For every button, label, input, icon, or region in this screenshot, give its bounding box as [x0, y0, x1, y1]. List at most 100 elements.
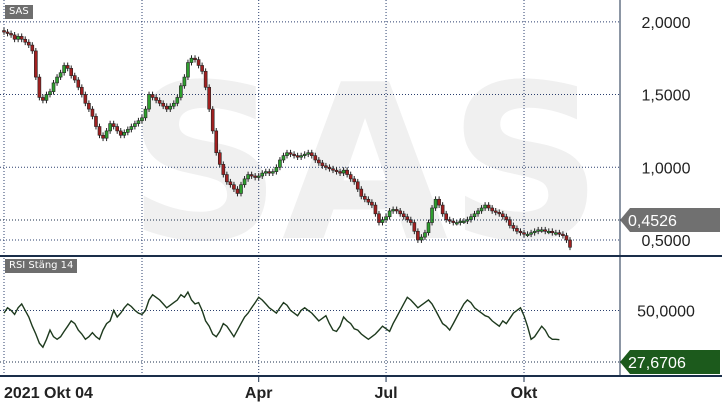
candle-body: [115, 126, 119, 132]
candle-body: [391, 209, 395, 212]
ticker-watermark: SAS: [127, 38, 603, 289]
candle-body: [394, 209, 399, 212]
candle-body: [320, 162, 325, 167]
candle-body: [37, 76, 42, 98]
candle-body: [168, 105, 173, 110]
stock-chart: SAS 2,0000 1,5000 1,0000 0,5000 50,0000 202…: [0, 0, 722, 402]
candle-body: [72, 75, 77, 81]
last-rsi-badge: 27,6706: [0, 350, 720, 374]
candle-body: [292, 153, 296, 156]
candle-body: [271, 171, 275, 174]
candle-body: [161, 102, 165, 107]
candle-body: [472, 213, 477, 218]
rsi-series-line: [3, 290, 560, 349]
candle-body: [147, 94, 151, 110]
candle-body: [136, 120, 141, 124]
candle-body: [108, 123, 112, 132]
candle-body: [554, 232, 558, 235]
price-tick-label: 2,0000: [642, 15, 691, 32]
candle-body: [97, 126, 102, 136]
candle-body: [228, 181, 233, 186]
candle-body: [331, 168, 335, 171]
candle-body: [150, 94, 155, 98]
candle-body: [16, 36, 20, 40]
candle-body: [189, 57, 194, 63]
candle-body: [476, 210, 480, 215]
candle-body: [366, 198, 371, 203]
candle-body: [242, 178, 247, 186]
candle-body: [175, 97, 180, 104]
candle-body: [217, 152, 222, 165]
candle-body: [140, 117, 144, 122]
candle-body: [235, 188, 240, 194]
candle-body: [355, 181, 360, 190]
candle-body: [352, 178, 357, 183]
candle-body: [62, 65, 66, 74]
candle-body: [214, 130, 219, 154]
x-axis: 2021 Okt 04 Apr Jul Okt: [4, 376, 538, 402]
candle-body: [373, 204, 378, 215]
candle-body: [423, 232, 427, 238]
candle-body: [172, 102, 176, 107]
x-tick-label: 2021 Okt 04: [4, 385, 93, 402]
candle-body: [44, 94, 49, 101]
candle-body: [515, 228, 519, 232]
candle-body: [200, 65, 204, 72]
candle-body: [5, 31, 10, 34]
candle-body: [479, 207, 484, 212]
price-tick-label: 0,5000: [642, 233, 691, 250]
candle-body: [65, 65, 70, 69]
candle-body: [295, 155, 300, 158]
candle-body: [157, 100, 162, 104]
candle-body: [532, 230, 537, 234]
candle-body: [462, 220, 466, 223]
candle-body: [334, 169, 339, 172]
candle-body: [370, 201, 374, 206]
candle-body: [306, 152, 311, 155]
candle-body: [263, 171, 268, 174]
candle-body: [26, 41, 31, 46]
candle-body: [203, 70, 208, 88]
last-rsi-text: 27,6706: [628, 355, 686, 372]
candle-body: [143, 108, 148, 119]
price-panel-title: SAS: [5, 5, 33, 19]
candle-body: [196, 59, 201, 66]
candle-body: [30, 44, 35, 52]
candle-body: [129, 126, 134, 130]
candle-body: [539, 229, 544, 232]
candle-body: [48, 91, 52, 95]
candle-body: [518, 230, 523, 234]
candle-body: [490, 207, 494, 212]
candle-body: [557, 232, 562, 235]
candle-body: [324, 165, 328, 168]
candle-body: [41, 97, 45, 101]
chart-stage: SAS 2,0000 1,5000 1,0000 0,5000 50,0000 202…: [0, 0, 722, 410]
candle-body: [338, 171, 342, 174]
candle-body: [401, 213, 406, 218]
candle-body: [454, 222, 459, 225]
candle-body: [525, 233, 530, 236]
candle-body: [232, 184, 236, 190]
candle-body: [256, 175, 261, 178]
candle-body: [313, 155, 318, 161]
candle-body: [469, 216, 473, 220]
candle-body: [239, 184, 243, 194]
candle-body: [363, 196, 367, 200]
candle-body: [309, 152, 314, 156]
candle-body: [522, 232, 526, 235]
candle-body: [568, 239, 572, 248]
candle-body: [387, 210, 392, 218]
x-tick-label: Jul: [374, 385, 397, 402]
candle-body: [348, 174, 353, 180]
candle-body: [179, 85, 183, 98]
candle-body: [210, 108, 215, 132]
candle-body: [543, 229, 548, 232]
candle-body: [281, 155, 286, 161]
candle-body: [511, 225, 516, 229]
candle-body: [285, 152, 289, 156]
candle-body: [341, 169, 346, 174]
rsi-tick-label: 50,0000: [637, 303, 695, 320]
candle-body: [345, 169, 349, 175]
candle-body: [34, 50, 38, 78]
candle-body: [274, 166, 279, 172]
